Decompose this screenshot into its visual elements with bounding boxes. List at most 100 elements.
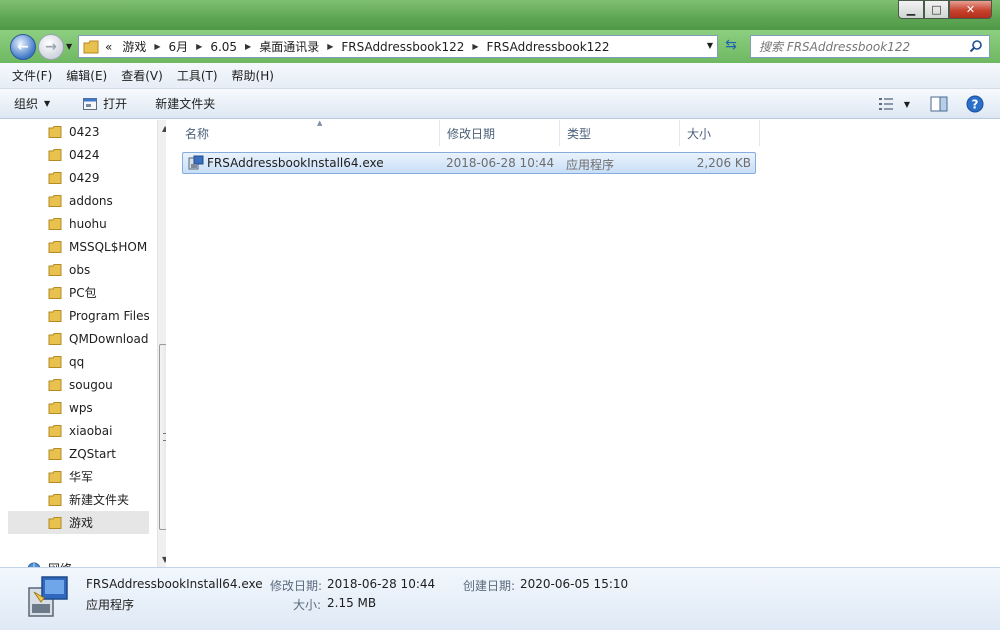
folder-icon: [48, 263, 62, 276]
breadcrumb-item[interactable]: FRSAddressbook122: [487, 40, 610, 54]
folder-icon: [48, 240, 62, 253]
detail-filename: FRSAddressbookInstall64.exe: [86, 577, 263, 591]
nav-folder-item[interactable]: 新建文件夹: [8, 488, 149, 511]
recent-pages-dropdown[interactable]: ▼: [66, 42, 72, 51]
breadcrumb-separator-icon[interactable]: ▶: [327, 42, 333, 51]
file-size: 2,206 KB: [696, 156, 751, 170]
back-button[interactable]: ←: [10, 34, 36, 60]
installer-icon: [188, 155, 204, 170]
command-bar: 组织 ▼ 打开 新建文件夹 ▼ ?: [0, 89, 1000, 119]
folder-icon: [48, 309, 62, 322]
preview-pane-icon[interactable]: [930, 96, 948, 112]
help-icon[interactable]: ?: [966, 95, 984, 113]
organize-label: 组织: [14, 97, 39, 111]
column-header-type[interactable]: 类型: [560, 120, 680, 146]
breadcrumb-separator-icon[interactable]: ▶: [245, 42, 251, 51]
organize-button[interactable]: 组织 ▼: [14, 95, 50, 112]
nav-folder-item[interactable]: MSSQL$HOM: [8, 235, 149, 258]
nav-folder-item[interactable]: Program Files: [8, 304, 149, 327]
column-header-modified[interactable]: 修改日期: [440, 120, 560, 146]
nav-folder-item[interactable]: ZQStart: [8, 442, 149, 465]
breadcrumb-item[interactable]: FRSAddressbook122: [341, 40, 464, 54]
detail-size-label: 大小:: [293, 598, 322, 612]
arrow-right-icon: →: [45, 39, 57, 55]
folder-icon: [48, 470, 62, 483]
maximize-button[interactable]: □: [924, 0, 949, 19]
folder-icon: [48, 194, 62, 207]
detail-modified-value: 2018-06-28 10:44: [327, 577, 436, 591]
breadcrumb-item[interactable]: 游戏: [122, 38, 146, 55]
nav-folder-item[interactable]: addons: [8, 189, 149, 212]
folder-icon: [48, 217, 62, 230]
menu-tools[interactable]: 工具(T): [177, 67, 218, 84]
address-row: ← → ▼ « 游戏 ▶ 6月 ▶ 6.05 ▶ 桌面通讯录 ▶ FRSAddr…: [0, 30, 1000, 63]
folder-icon: [48, 493, 62, 506]
search-icon[interactable]: [969, 39, 983, 53]
refresh-button[interactable]: ⇆: [720, 37, 742, 57]
address-history-dropdown[interactable]: ▼: [707, 41, 713, 50]
breadcrumb-item[interactable]: 6月: [169, 38, 189, 55]
nav-folder-item[interactable]: 华军: [8, 465, 149, 488]
breadcrumb-separator-icon[interactable]: ▶: [196, 42, 202, 51]
nav-folder-item-selected[interactable]: 游戏: [8, 511, 149, 534]
nav-folder-item[interactable]: 0429: [8, 166, 149, 189]
chevron-double-left-icon[interactable]: «: [105, 40, 112, 54]
breadcrumb: « 游戏 ▶ 6月 ▶ 6.05 ▶ 桌面通讯录 ▶ FRSAddressboo…: [105, 38, 610, 55]
menu-help[interactable]: 帮助(H): [232, 67, 274, 84]
folder-icon: [48, 125, 62, 138]
change-view-button[interactable]: ▼: [878, 97, 910, 111]
nav-scrollbar[interactable]: ▲ ▼: [157, 120, 166, 567]
close-icon: ✕: [965, 3, 976, 16]
menu-file[interactable]: 文件(F): [12, 67, 52, 84]
nav-folder-item[interactable]: xiaobai: [8, 419, 149, 442]
nav-folder-item[interactable]: PC包: [8, 281, 149, 304]
nav-network-item[interactable]: 网络: [26, 560, 72, 567]
breadcrumb-separator-icon[interactable]: ▶: [154, 42, 160, 51]
minimize-icon: ▁: [906, 3, 916, 16]
detail-modified-label: 修改日期:: [270, 579, 323, 593]
open-button[interactable]: 打开: [82, 95, 127, 112]
nav-folder-item[interactable]: huohu: [8, 212, 149, 235]
search-input[interactable]: [751, 39, 961, 54]
nav-folder-item[interactable]: wps: [8, 396, 149, 419]
nav-folder-item[interactable]: QMDownload: [8, 327, 149, 350]
arrow-left-icon: ←: [17, 39, 29, 55]
detail-size-value: 2.15 MB: [327, 596, 377, 610]
column-header-name[interactable]: 名称 ▲: [178, 119, 440, 146]
folder-icon: [48, 447, 62, 460]
nav-folder-item[interactable]: obs: [8, 258, 149, 281]
new-folder-button[interactable]: 新建文件夹: [155, 95, 215, 112]
breadcrumb-item[interactable]: 桌面通讯录: [259, 38, 319, 55]
nav-folder-item[interactable]: qq: [8, 350, 149, 373]
forward-button[interactable]: →: [38, 34, 64, 60]
nav-folder-item[interactable]: 0423: [8, 120, 149, 143]
scrollbar-thumb[interactable]: [159, 344, 166, 530]
chevron-down-icon: ▼: [903, 99, 910, 109]
nav-folder-item[interactable]: 0424: [8, 143, 149, 166]
menu-bar: 文件(F) 编辑(E) 查看(V) 工具(T) 帮助(H): [0, 63, 1000, 89]
folder-icon: [48, 355, 62, 368]
window-titlebar[interactable]: ▁ □ ✕: [0, 0, 1000, 30]
breadcrumb-separator-icon[interactable]: ▶: [472, 42, 478, 51]
open-label: 打开: [103, 97, 128, 111]
address-bar[interactable]: « 游戏 ▶ 6月 ▶ 6.05 ▶ 桌面通讯录 ▶ FRSAddressboo…: [78, 35, 718, 58]
menu-view[interactable]: 查看(V): [121, 67, 163, 84]
minimize-button[interactable]: ▁: [898, 0, 924, 19]
search-box[interactable]: [750, 35, 990, 58]
details-view-icon: [878, 98, 893, 110]
refresh-icon: ⇆: [725, 37, 737, 53]
navigation-pane: 0423 0424 0429 addons huohu MSSQL$HOM ob…: [8, 120, 166, 567]
file-list: 名称 ▲ 修改日期 类型 大小 FRSAddressbookInstall64.…: [166, 119, 1000, 567]
folder-icon: [48, 378, 62, 391]
installer-icon: [28, 576, 68, 617]
table-row[interactable]: FRSAddressbookInstall64.exe 2018-06-28 1…: [182, 152, 756, 174]
menu-edit[interactable]: 编辑(E): [66, 67, 107, 84]
new-folder-label: 新建文件夹: [155, 97, 216, 111]
file-type: 应用程序: [566, 158, 615, 172]
detail-filetype: 应用程序: [86, 598, 135, 612]
close-button[interactable]: ✕: [949, 0, 992, 19]
maximize-icon: □: [931, 3, 942, 16]
column-header-size[interactable]: 大小: [680, 120, 760, 146]
breadcrumb-item[interactable]: 6.05: [210, 40, 237, 54]
nav-folder-item[interactable]: sougou: [8, 373, 149, 396]
